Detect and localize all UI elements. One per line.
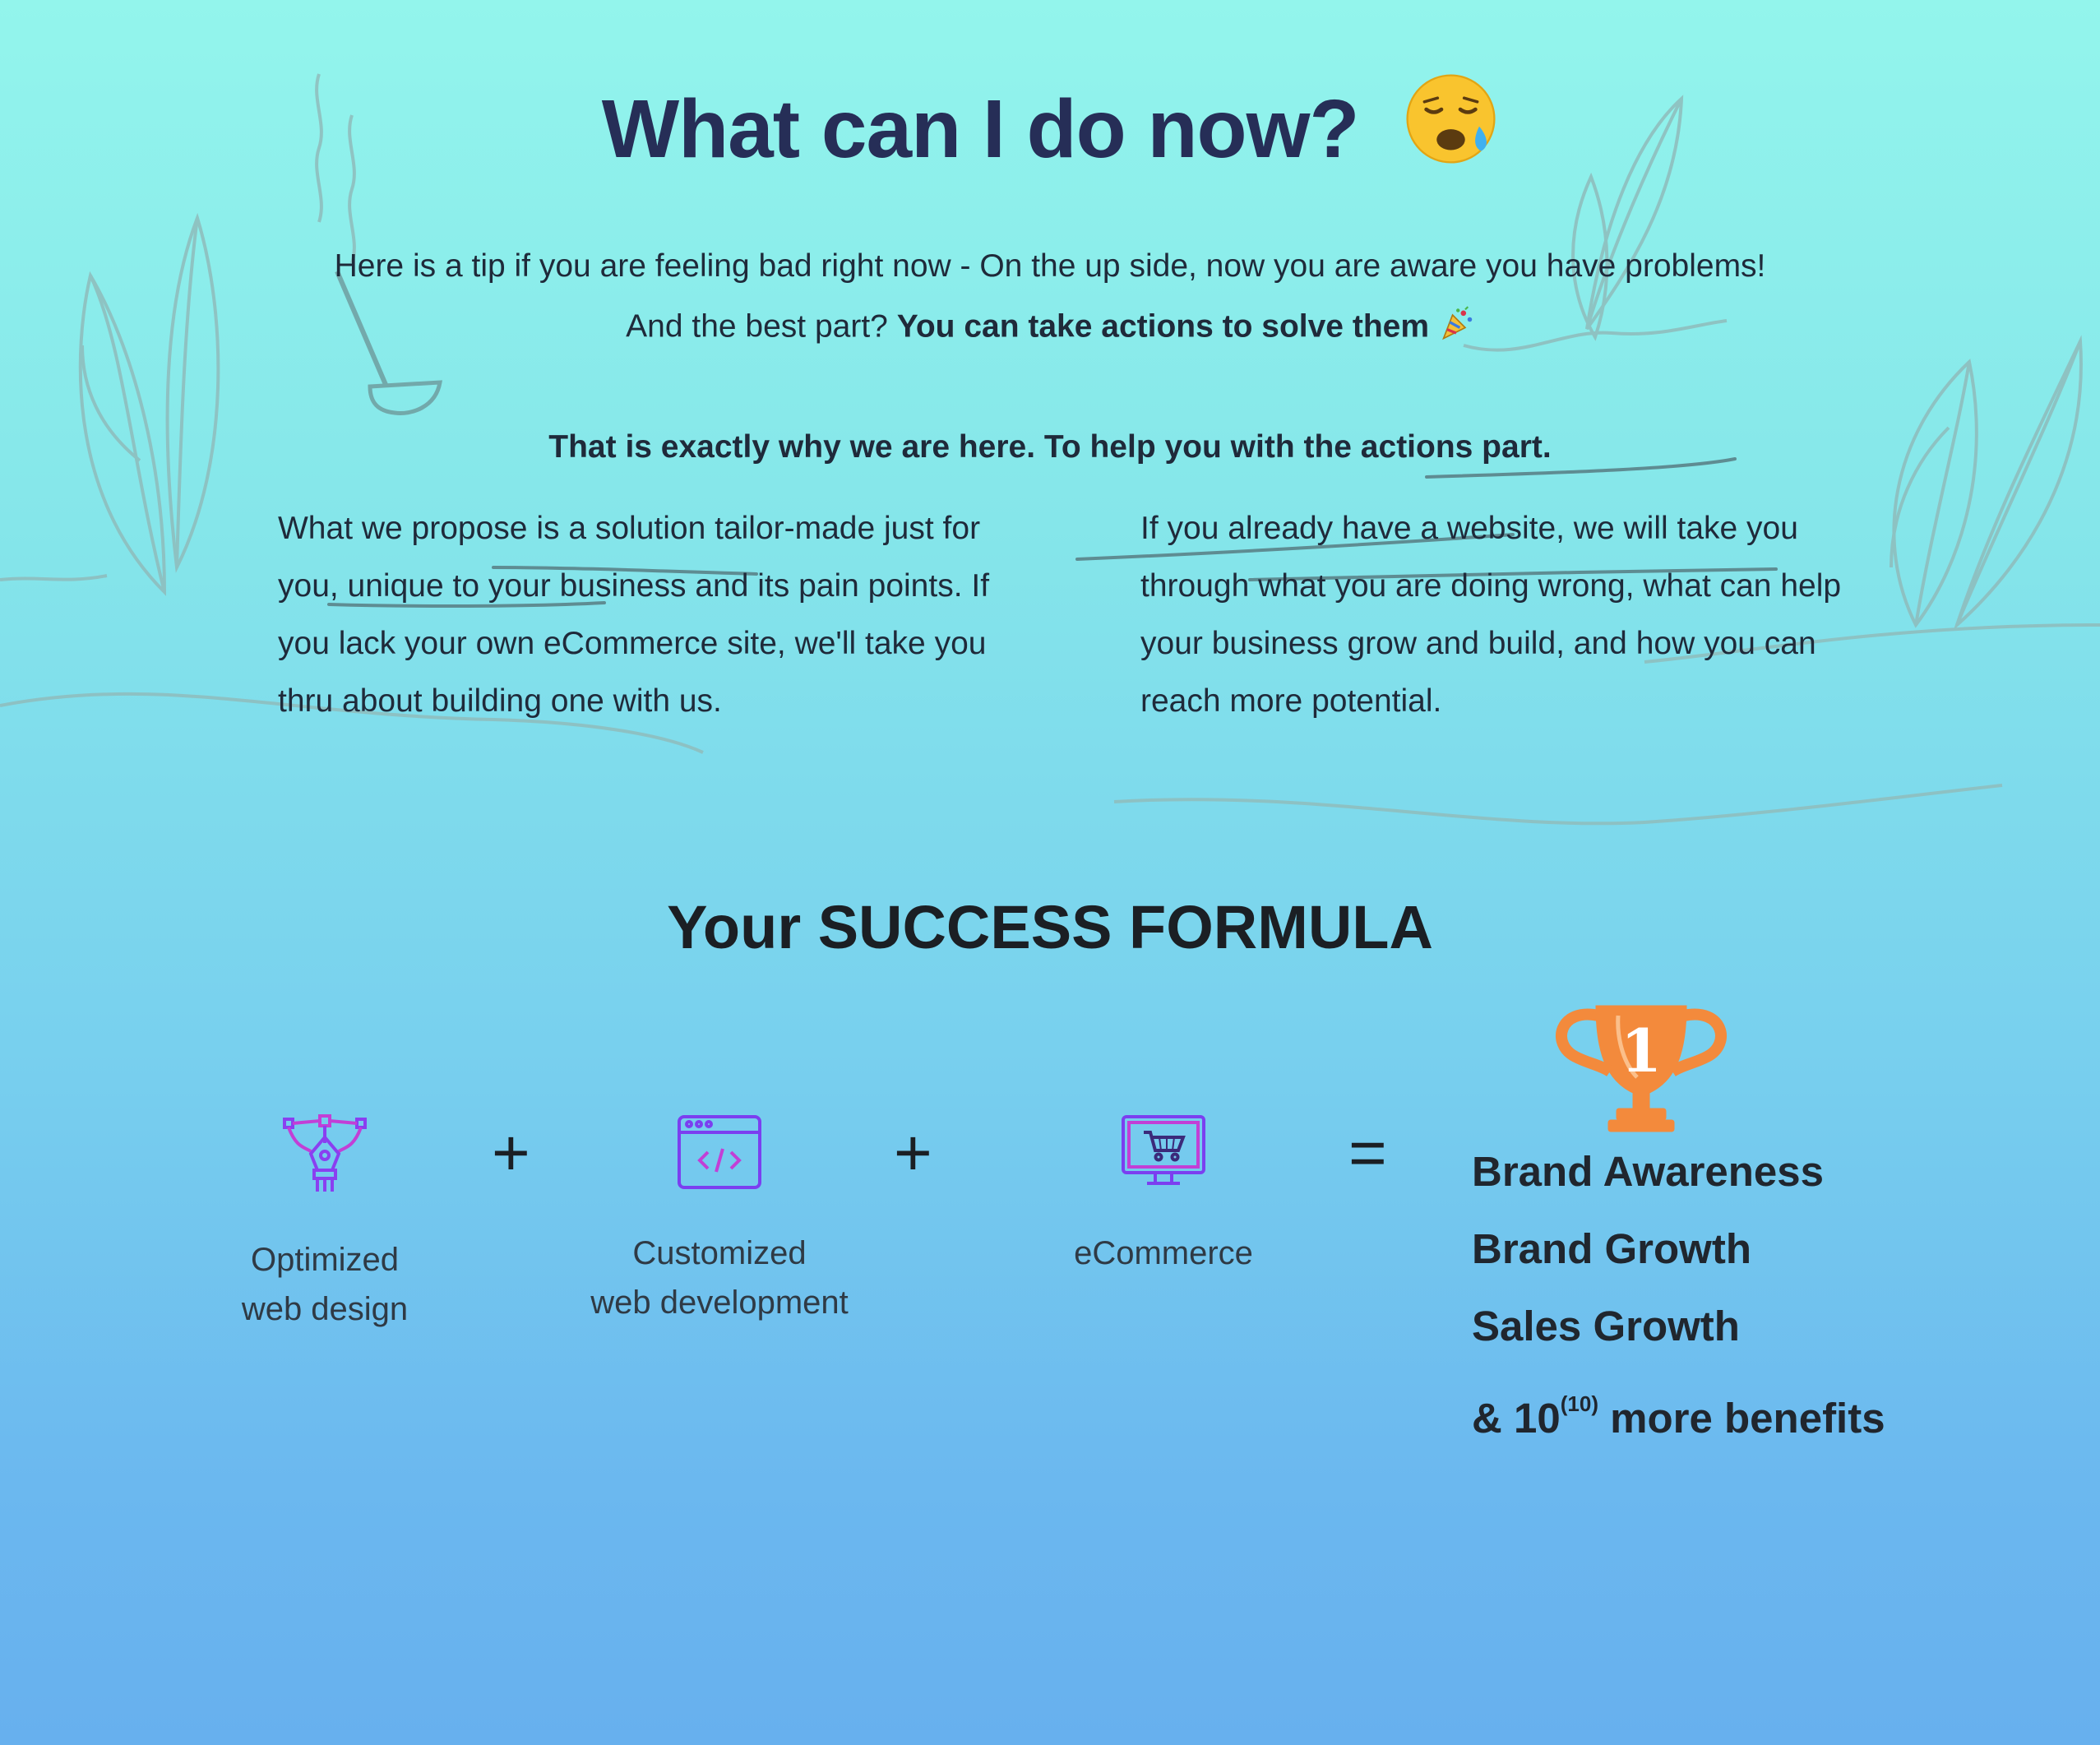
trophy-number: 1: [1621, 1016, 1662, 1085]
formula-item-2-line1: Customized: [632, 1235, 807, 1271]
party-popper-icon: [1438, 306, 1474, 350]
formula-item-web-design: Optimized web design: [189, 1114, 460, 1334]
page-title-text: What can I do now?: [601, 82, 1360, 175]
benefits-list: Brand Awareness Brand Growth Sales Growt…: [1472, 1133, 1885, 1457]
existing-website-paragraph: If you already have a website, we will t…: [1140, 511, 1842, 719]
plus-sign: +: [492, 1116, 530, 1189]
equals-sign: =: [1348, 1116, 1387, 1189]
formula-item-1-line1: Optimized: [250, 1242, 400, 1278]
formula-item-1-line2: web design: [241, 1291, 409, 1327]
formula-item-3-line1: eCommerce: [1074, 1235, 1253, 1271]
formula-item-2-line2: web development: [590, 1284, 849, 1321]
formula-item-web-development: Customized web development: [567, 1114, 872, 1327]
success-formula-title: Your SUCCESS FORMULA: [667, 893, 1433, 961]
plus-sign: +: [894, 1116, 932, 1189]
benefit-more-prefix: & 10: [1472, 1395, 1561, 1442]
formula-item-ecommerce: eCommerce: [1036, 1114, 1291, 1278]
benefit-item: Brand Awareness: [1472, 1148, 1825, 1195]
intro-line-3: That is exactly why we are here. To help…: [548, 429, 1552, 465]
benefit-more-suffix: more benefits: [1598, 1395, 1885, 1442]
monitor-cart-icon: [1036, 1114, 1291, 1204]
benefit-item: Brand Growth: [1472, 1225, 1751, 1272]
sad-face-emoji-icon: [1404, 72, 1498, 186]
trophy-icon: 1: [1551, 999, 1732, 1139]
intro-line-2-bold: You can take actions to solve them: [896, 308, 1430, 345]
benefit-more-superscript: (10): [1560, 1391, 1598, 1416]
code-window-icon: [567, 1114, 872, 1204]
intro-line-2-prefix: And the best part?: [626, 308, 888, 345]
proposal-paragraph: What we propose is a solution tailor-mad…: [278, 511, 990, 719]
intro-line-2: And the best part? You can take actions …: [0, 306, 2100, 350]
intro-line-1: Here is a tip if you are feeling bad rig…: [334, 248, 1766, 284]
pen-tool-icon: [189, 1114, 460, 1210]
page-title: What can I do now?: [0, 74, 2100, 192]
benefit-item-more: & 10(10) more benefits: [1472, 1365, 1885, 1457]
benefit-item: Sales Growth: [1472, 1303, 1740, 1349]
